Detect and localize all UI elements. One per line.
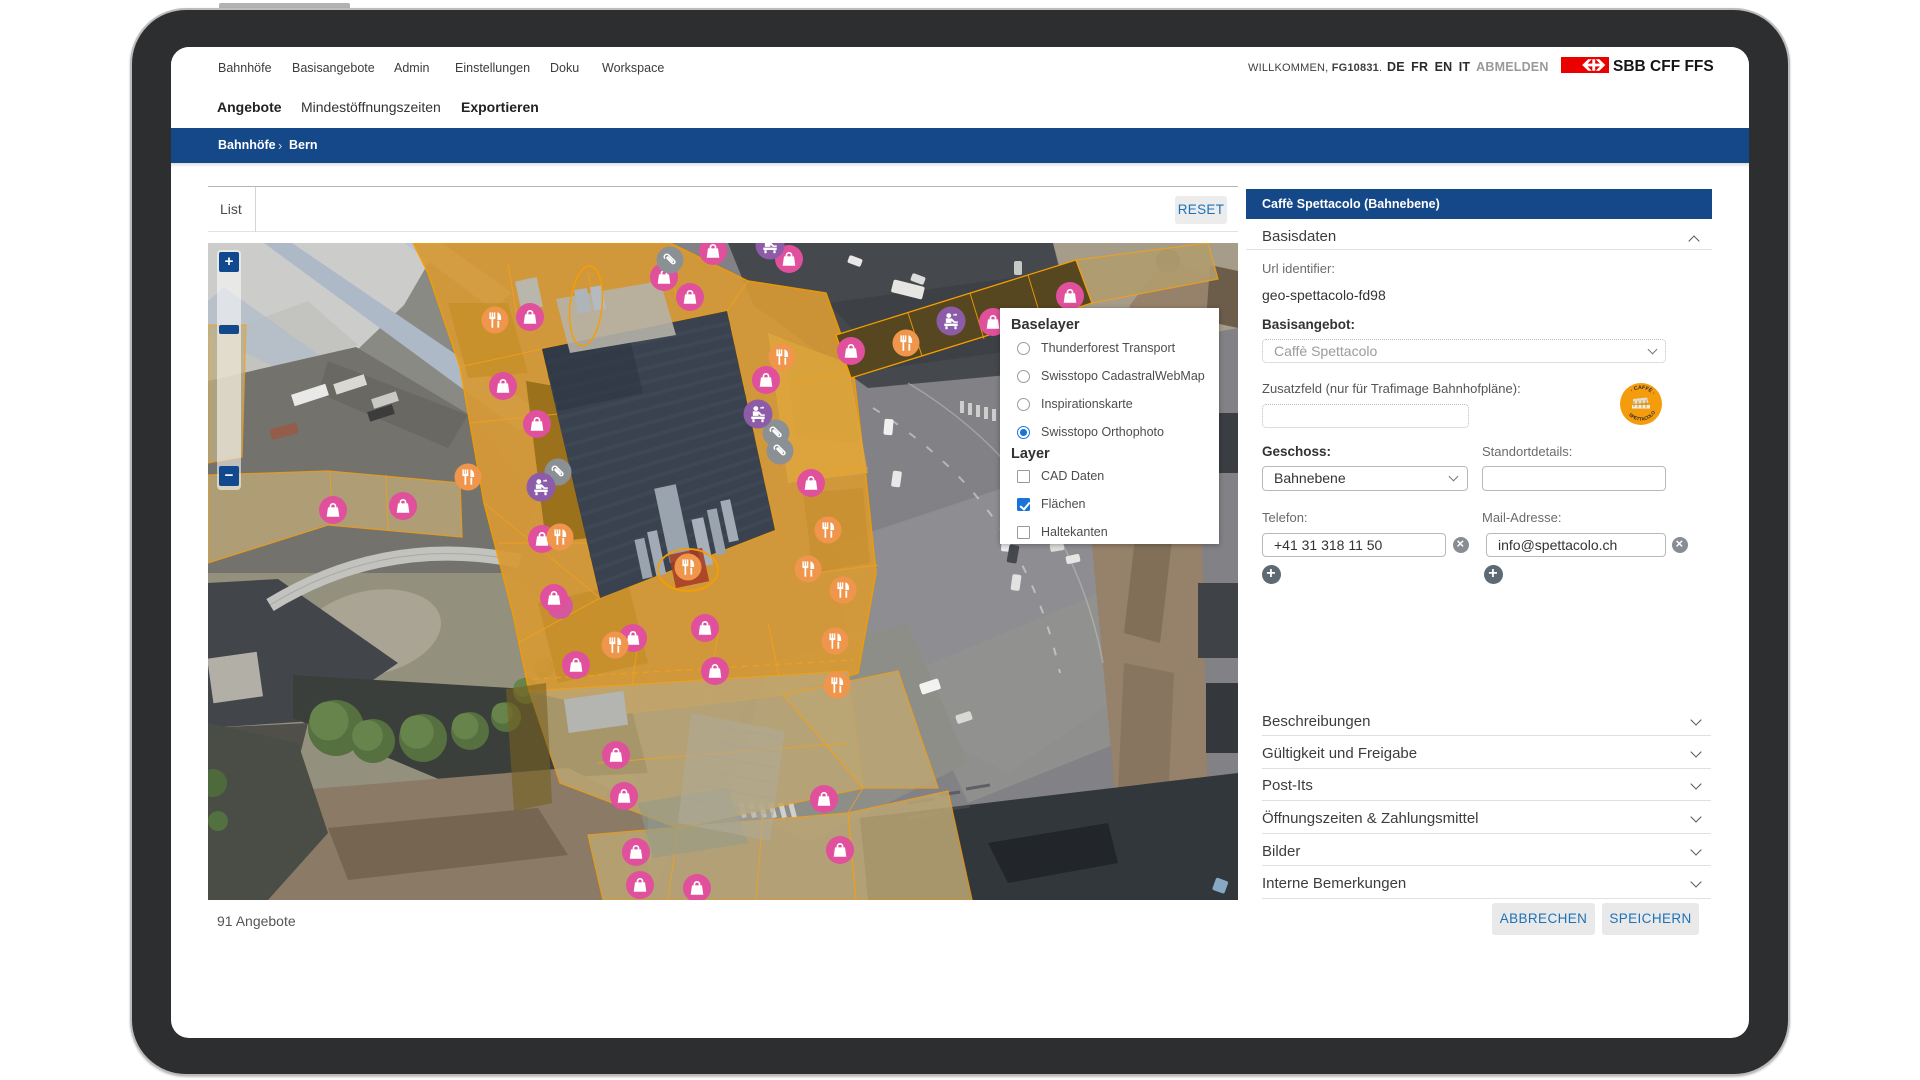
svg-text:SBB CFF FFS: SBB CFF FFS (1613, 58, 1714, 75)
